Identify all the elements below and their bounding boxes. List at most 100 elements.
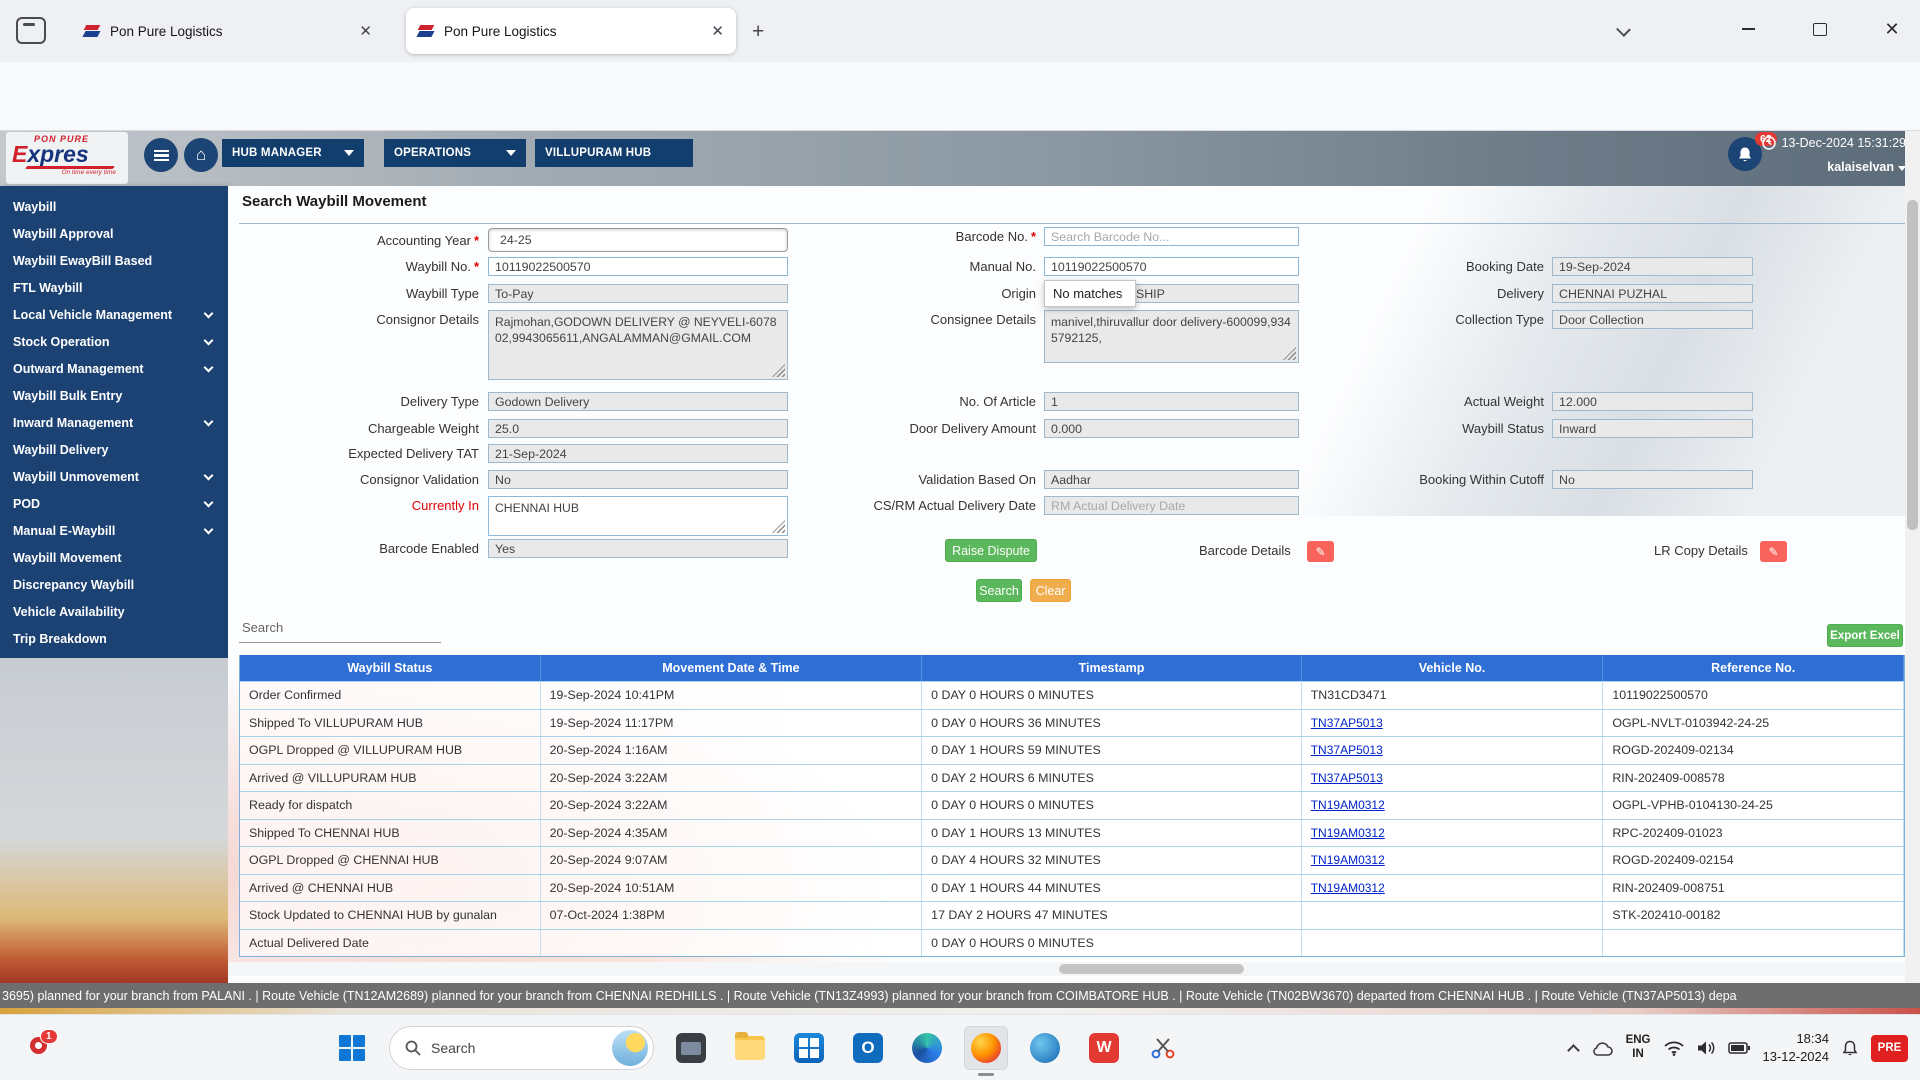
- field-barcode-no[interactable]: Search Barcode No...: [1044, 227, 1299, 246]
- sidebar-item-label: Outward Management: [13, 362, 144, 376]
- vehicle-link[interactable]: TN37AP5013: [1311, 743, 1383, 757]
- home-icon[interactable]: ⌂: [184, 138, 218, 172]
- vertical-scrollbar-thumb[interactable]: [1907, 200, 1918, 530]
- snipping-tool-icon[interactable]: [1141, 1026, 1185, 1070]
- wifi-icon[interactable]: [1664, 1041, 1684, 1056]
- new-tab-button[interactable]: +: [752, 20, 764, 44]
- start-button[interactable]: [330, 1026, 374, 1070]
- sidebar-item-waybill-delivery[interactable]: Waybill Delivery: [0, 436, 228, 463]
- route-vehicle-ticker: 3695) planned for your branch from PALAN…: [0, 983, 1920, 1008]
- app-logo[interactable]: PON PURE Expres On time every time: [6, 132, 128, 184]
- search-button[interactable]: Search: [976, 579, 1022, 602]
- edge-icon[interactable]: [905, 1026, 949, 1070]
- vehicle-link[interactable]: TN19AM0312: [1311, 881, 1385, 895]
- menu-hub-manager[interactable]: HUB MANAGER: [222, 139, 364, 167]
- sidebar-item-trip-breakdown[interactable]: Trip Breakdown: [0, 625, 228, 652]
- tab-close-icon[interactable]: ✕: [359, 22, 372, 40]
- field-waybill-status[interactable]: Inward: [1552, 419, 1753, 438]
- sidebar-item-waybill-unmovement[interactable]: Waybill Unmovement: [0, 463, 228, 490]
- sidebar-item-inward-management[interactable]: Inward Management: [0, 409, 228, 436]
- timestamp-cell: 0 DAY 0 HOURS 0 MINUTES: [922, 682, 1302, 709]
- window-maximize-button[interactable]: [1800, 12, 1840, 46]
- field-expected-delivery-tat[interactable]: 21-Sep-2024: [488, 444, 788, 463]
- user-menu[interactable]: kalaiselvan: [1600, 160, 1906, 174]
- outlook-icon[interactable]: O: [846, 1026, 890, 1070]
- browser-tab-inactive[interactable]: Pon Pure Logistics ✕: [72, 8, 384, 54]
- waybill-status-table: Waybill StatusMovement Date & TimeTimest…: [239, 655, 1905, 957]
- sidebar-item-waybill-bulk-entry[interactable]: Waybill Bulk Entry: [0, 382, 228, 409]
- vehicle-link[interactable]: TN37AP5013: [1311, 771, 1383, 785]
- menu-operations[interactable]: OPERATIONS: [384, 139, 526, 167]
- sidebar-item-local-vehicle-management[interactable]: Local Vehicle Management: [0, 301, 228, 328]
- volume-icon[interactable]: [1697, 1040, 1715, 1056]
- sidebar-item-vehicle-availability[interactable]: Vehicle Availability: [0, 598, 228, 625]
- taskbar-clock[interactable]: 18:3413-12-2024: [1763, 1030, 1830, 1065]
- notification-flower-icon[interactable]: 1: [30, 1037, 47, 1054]
- field-barcode-enabled[interactable]: Yes: [488, 539, 788, 558]
- window-close-button[interactable]: ✕: [1872, 12, 1912, 46]
- field-consignee-details[interactable]: manivel,thiruvallur door delivery-600099…: [1044, 310, 1299, 363]
- logo-swoosh: [25, 166, 115, 169]
- browser-tab-active[interactable]: Pon Pure Logistics ✕: [406, 8, 736, 54]
- field-no-of-article[interactable]: 1: [1044, 392, 1299, 411]
- field-door-delivery-amount[interactable]: 0.000: [1044, 419, 1299, 438]
- vehicle-link[interactable]: TN19AM0312: [1311, 798, 1385, 812]
- sidebar-item-waybill-ewaybill-based[interactable]: Waybill EwayBill Based: [0, 247, 228, 274]
- field-validation-based-on[interactable]: Aadhar: [1044, 470, 1299, 489]
- firefox-icon[interactable]: [964, 1026, 1008, 1070]
- menu-villupuram-hub[interactable]: VILLUPURAM HUB: [535, 139, 693, 167]
- reference-cell: 10119022500570: [1603, 682, 1904, 709]
- sidebar-item-discrepancy-waybill[interactable]: Discrepancy Waybill: [0, 571, 228, 598]
- taskbar-bell-icon[interactable]: [1842, 1040, 1858, 1057]
- table-filter-label[interactable]: Search: [242, 620, 283, 635]
- sidebar-item-label: Waybill Movement: [13, 551, 122, 565]
- field-booking-within-cutoff[interactable]: No: [1552, 470, 1753, 489]
- cloud-icon[interactable]: [1591, 1041, 1613, 1056]
- sidebar-item-waybill[interactable]: Waybill: [0, 193, 228, 220]
- file-explorer-icon[interactable]: [728, 1026, 772, 1070]
- tray-chevron-up-icon[interactable]: [1569, 1042, 1578, 1055]
- table-row: Arrived @ VILLUPURAM HUB20-Sep-2024 3:22…: [240, 764, 1904, 792]
- sidebar-item-pod[interactable]: POD: [0, 490, 228, 517]
- taskbar-search-box[interactable]: Search: [389, 1026, 654, 1070]
- site-favicon: [418, 23, 435, 40]
- sidebar-item-waybill-approval[interactable]: Waybill Approval: [0, 220, 228, 247]
- sidebar-item-ftl-waybill[interactable]: FTL Waybill: [0, 274, 228, 301]
- tab-list-chevron-icon[interactable]: [1616, 22, 1631, 37]
- window-minimize-button[interactable]: [1728, 12, 1768, 46]
- field-delivery[interactable]: CHENNAI PUZHAL: [1552, 284, 1753, 303]
- horizontal-scrollbar-thumb[interactable]: [1059, 964, 1244, 974]
- wps-office-icon[interactable]: W: [1082, 1026, 1126, 1070]
- reference-cell: STK-202410-00182: [1603, 902, 1904, 929]
- sidebar-item-manual-e-waybill[interactable]: Manual E-Waybill: [0, 517, 228, 544]
- sidebar-item-stock-operation[interactable]: Stock Operation: [0, 328, 228, 355]
- weather-widget-icon[interactable]: [612, 1030, 648, 1066]
- app-menu-hamburger-icon[interactable]: [144, 138, 178, 172]
- field-actual-weight[interactable]: 12.000: [1552, 392, 1753, 411]
- app-icon-monitor[interactable]: [669, 1026, 713, 1070]
- vehicle-link[interactable]: TN37AP5013: [1311, 716, 1383, 730]
- datetime-cell: 19-Sep-2024 10:41PM: [541, 682, 923, 709]
- field-cs-rm-actual-delivery-date[interactable]: RM Actual Delivery Date: [1044, 496, 1299, 515]
- microsoft-store-icon[interactable]: [787, 1026, 831, 1070]
- field-booking-date[interactable]: 19-Sep-2024: [1552, 257, 1753, 276]
- vehicle-link[interactable]: TN19AM0312: [1311, 853, 1385, 867]
- language-indicator[interactable]: ENGIN: [1626, 1034, 1651, 1062]
- datetime-cell: 20-Sep-2024 4:35AM: [541, 820, 923, 847]
- barcode-details-edit-icon[interactable]: ✎: [1307, 541, 1334, 562]
- firefox-view-icon[interactable]: [16, 17, 46, 44]
- export-excel-button[interactable]: Export Excel: [1827, 624, 1903, 647]
- sidebar-item-outward-management[interactable]: Outward Management: [0, 355, 228, 382]
- vehicle-cell: TN37AP5013: [1302, 710, 1604, 737]
- field-manual-no[interactable]: 10119022500570: [1044, 257, 1299, 276]
- sidebar-item-waybill-movement[interactable]: Waybill Movement: [0, 544, 228, 571]
- raise-dispute-button[interactable]: Raise Dispute: [945, 539, 1037, 562]
- lr-copy-details-edit-icon[interactable]: ✎: [1760, 541, 1787, 562]
- table-header-waybill-status: Waybill Status: [240, 655, 541, 681]
- vehicle-link[interactable]: TN19AM0312: [1311, 826, 1385, 840]
- battery-icon[interactable]: [1728, 1042, 1750, 1054]
- app-icon-blue-globe[interactable]: [1023, 1026, 1067, 1070]
- clear-button[interactable]: Clear: [1030, 579, 1071, 602]
- field-collection-type[interactable]: Door Collection: [1552, 310, 1753, 329]
- tab-close-icon[interactable]: ✕: [711, 22, 724, 40]
